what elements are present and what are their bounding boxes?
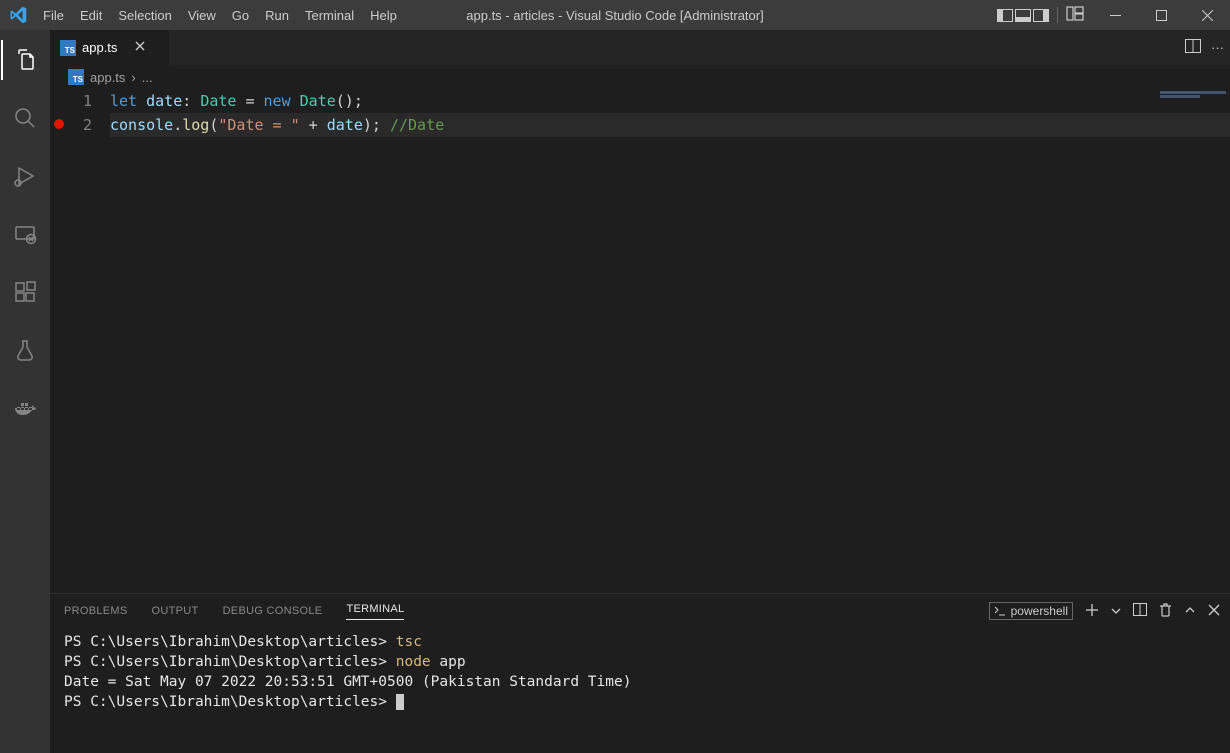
new-terminal-icon[interactable] [1085,603,1099,620]
terminal-dropdown-icon[interactable] [1111,604,1121,619]
tab-app-ts[interactable]: TS app.ts [50,30,170,65]
terminal-shell-name: powershell [1011,604,1068,618]
menu-view[interactable]: View [180,3,224,28]
token-punct: : [182,92,200,110]
minimap[interactable] [1130,89,1230,593]
activity-explorer-icon[interactable] [1,40,49,80]
activity-extensions-icon[interactable] [1,272,49,312]
token-string: "Date = " [218,116,299,134]
toggle-sidebar-icon[interactable] [997,9,1013,22]
activity-bar [0,30,50,753]
minimap-line [1160,95,1200,98]
menu-edit[interactable]: Edit [72,3,110,28]
activity-remote-icon[interactable] [1,214,49,254]
vscode-logo-icon [0,6,35,24]
token-punct: + [300,116,327,134]
code-editor[interactable]: 1 2 let date: Date = new Date(); console… [50,89,1230,593]
menu-bar: File Edit Selection View Go Run Terminal… [35,3,405,28]
customize-layout-icon[interactable] [1066,6,1084,24]
token-comment: //Date [390,116,444,134]
code-content[interactable]: let date: Date = new Date(); console.log… [110,89,1230,593]
token-punct: = [236,92,263,110]
title-bar-right [997,0,1230,30]
token-keyword: let [110,92,146,110]
typescript-file-icon: TS [68,69,84,85]
tab-debug-console[interactable]: DEBUG CONSOLE [223,605,323,617]
token-punct: (); [336,92,363,110]
token-variable: date [146,92,182,110]
tab-terminal[interactable]: TERMINAL [346,603,404,620]
editor-group: TS app.ts ··· TS app.ts › ... [50,30,1230,753]
line-number: 2 [68,113,92,137]
bottom-panel: PROBLEMS OUTPUT DEBUG CONSOLE TERMINAL p… [50,593,1230,753]
line-number-gutter: 1 2 [68,89,110,593]
minimap-line [1160,91,1226,94]
window-close-button[interactable] [1184,0,1230,30]
toggle-sidepanel-icon[interactable] [1033,9,1049,22]
breakpoint-gutter[interactable] [50,89,68,593]
split-terminal-icon[interactable] [1133,603,1147,619]
terminal-cursor [396,694,404,710]
tab-label: app.ts [82,40,117,55]
more-actions-icon[interactable]: ··· [1211,40,1224,55]
menu-file[interactable]: File [35,3,72,28]
editor-actions: ··· [1185,30,1224,65]
terminal-prompt: PS C:\Users\Ibrahim\Desktop\articles> [64,694,396,710]
layout-controls [997,6,1084,24]
activity-search-icon[interactable] [1,98,49,138]
terminal-output: Date = Sat May 07 2022 20:53:51 GMT+0500… [64,674,631,690]
breadcrumb-separator: › [131,70,135,85]
terminal-content[interactable]: PS C:\Users\Ibrahim\Desktop\articles> ts… [50,628,1230,753]
separator [1057,7,1058,23]
typescript-file-icon: TS [60,40,76,56]
token-type: Date [300,92,336,110]
menu-terminal[interactable]: Terminal [297,3,362,28]
menu-selection[interactable]: Selection [110,3,179,28]
terminal-command: tsc [396,634,422,650]
token-object: console [110,116,173,134]
token-keyword: new [264,92,300,110]
panel-tabs: PROBLEMS OUTPUT DEBUG CONSOLE TERMINAL p… [50,594,1230,628]
maximize-panel-icon[interactable] [1184,604,1196,619]
activity-testing-icon[interactable] [1,330,49,370]
kill-terminal-icon[interactable] [1159,603,1172,620]
tab-output[interactable]: OUTPUT [152,605,199,617]
terminal-profile-selector[interactable]: powershell [989,602,1073,620]
split-editor-icon[interactable] [1185,39,1201,56]
menu-go[interactable]: Go [224,3,257,28]
activity-run-debug-icon[interactable] [1,156,49,196]
menu-run[interactable]: Run [257,3,297,28]
window-title: app.ts - articles - Visual Studio Code [… [466,8,763,23]
breadcrumb[interactable]: TS app.ts › ... [50,65,1230,89]
breakpoint-icon[interactable] [54,119,64,129]
breadcrumb-file: app.ts [90,70,125,85]
panel-actions: powershell [989,602,1220,620]
tab-close-icon[interactable] [133,39,147,56]
terminal-command: node [396,654,440,670]
terminal-prompt: PS C:\Users\Ibrahim\Desktop\articles> [64,654,396,670]
terminal-prompt: PS C:\Users\Ibrahim\Desktop\articles> [64,634,396,650]
title-bar: File Edit Selection View Go Run Terminal… [0,0,1230,30]
token-type: Date [200,92,236,110]
close-panel-icon[interactable] [1208,604,1220,619]
line-number: 1 [68,89,92,113]
token-punct: ); [363,116,390,134]
menu-help[interactable]: Help [362,3,405,28]
window-maximize-button[interactable] [1138,0,1184,30]
breadcrumb-more: ... [142,70,153,85]
tab-bar: TS app.ts ··· [50,30,1230,65]
activity-docker-icon[interactable] [1,388,49,428]
tab-problems[interactable]: PROBLEMS [64,605,128,617]
window-minimize-button[interactable] [1092,0,1138,30]
toggle-panel-icon[interactable] [1015,9,1031,22]
terminal-arg: app [439,654,465,670]
token-punct: . [173,116,182,134]
token-variable: date [327,116,363,134]
token-function: log [182,116,209,134]
